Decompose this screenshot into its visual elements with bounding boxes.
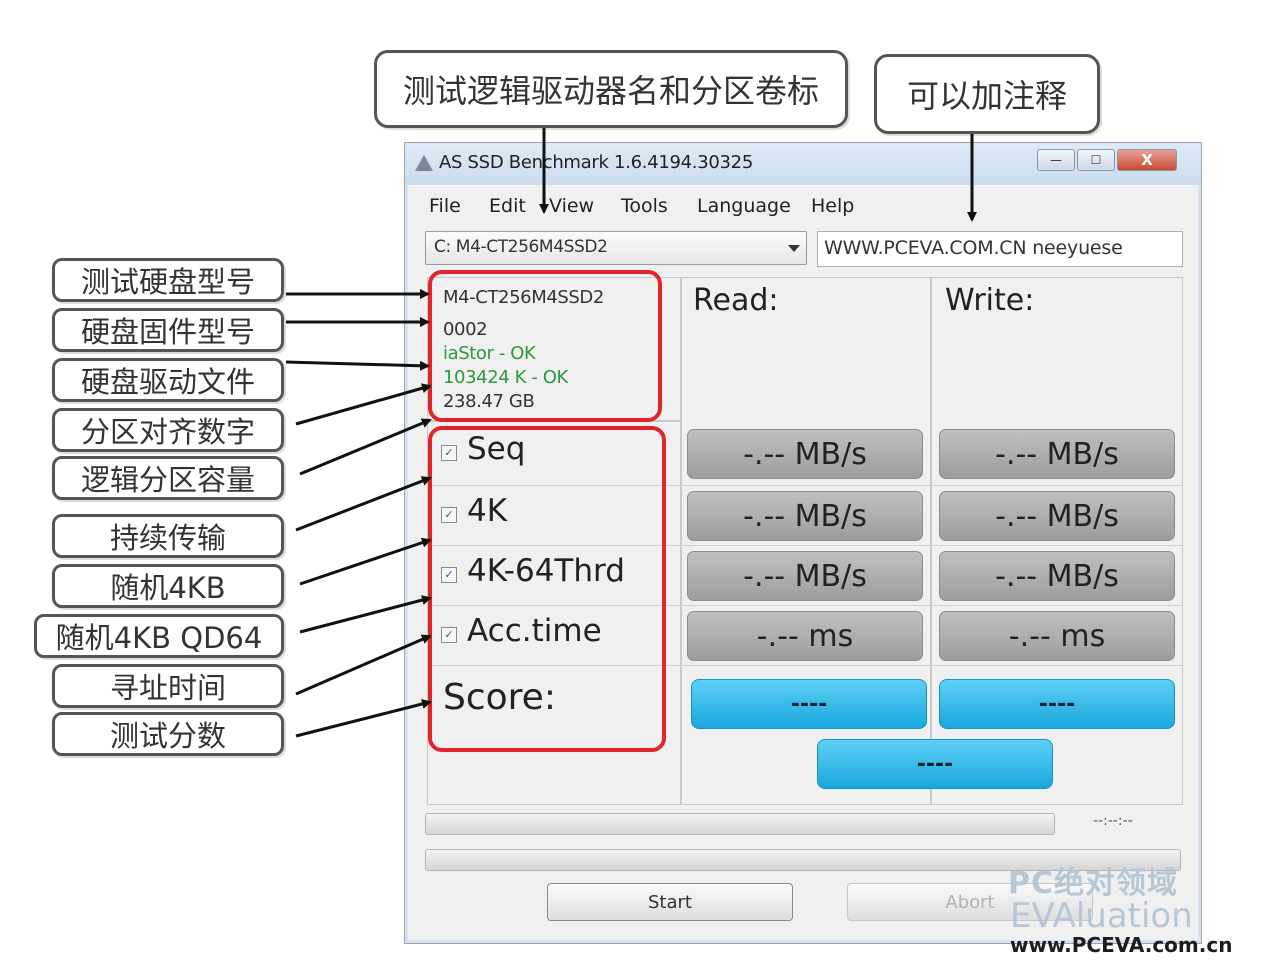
arrow-random-4k: [299, 537, 432, 586]
arrow-seq: [295, 476, 432, 532]
arrow-alignment: [295, 383, 432, 426]
watermark-line2: EVAluation: [1010, 896, 1193, 936]
arrow-access-time: [295, 634, 432, 696]
arrow-capacity: [299, 418, 432, 476]
callout-arrows: [285, 128, 977, 738]
arrow-driver: [285, 360, 430, 371]
watermark-url: www.PCEVA.com.cn: [1010, 933, 1233, 957]
arrow-score: [295, 699, 432, 738]
arrow-random-4k-qd64: [299, 595, 432, 634]
